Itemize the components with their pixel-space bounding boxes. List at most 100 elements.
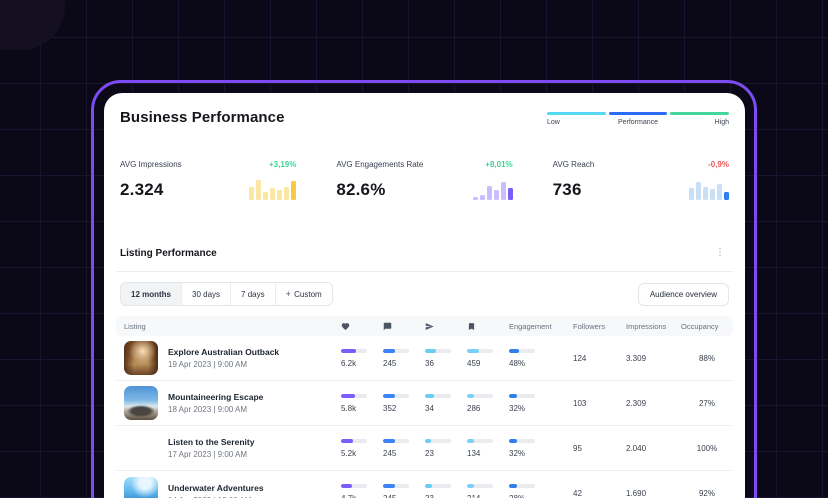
sparkline-bar <box>270 188 275 200</box>
metric-bar <box>467 439 493 443</box>
metric-bar <box>425 394 451 398</box>
column-header-engagement[interactable]: Engagement <box>509 322 573 331</box>
metric-cell: 6.2k <box>341 349 383 368</box>
sparkline-bar <box>689 188 694 200</box>
kpi-card: AVG Impressions+3,19%2.324 <box>120 160 296 200</box>
metric-bar <box>341 349 367 353</box>
metric-value: 6.2k <box>341 359 383 368</box>
kpi-value: 2.324 <box>120 180 164 200</box>
column-header-comments[interactable] <box>383 322 425 331</box>
sparkline-bar <box>249 187 254 200</box>
sparkline-bar <box>487 186 492 200</box>
column-header-shares[interactable] <box>425 322 467 331</box>
table-header: Listing EngagementFollowersImpressionsOcc… <box>116 316 733 336</box>
filter-30-days[interactable]: 30 days <box>182 283 231 305</box>
filter-row: 12 months30 days7 days+ Custom Audience … <box>116 282 733 306</box>
metric-value: 134 <box>467 449 509 458</box>
sparkline-bar <box>717 184 722 200</box>
metric-cell: 214 <box>467 484 509 498</box>
kpi-sparkline <box>689 177 729 200</box>
column-header-saves[interactable] <box>467 322 509 331</box>
kpi-card: AVG Engagements Rate+8,01%82.6% <box>336 160 512 200</box>
metric-value: 28% <box>509 494 573 498</box>
performance-legend: LowPerformanceHigh <box>547 112 729 126</box>
metric-cell: 459 <box>467 349 509 368</box>
column-header-listing[interactable]: Listing <box>116 322 341 331</box>
listing-title: Underwater Adventures <box>168 483 264 493</box>
metric-bar <box>383 439 409 443</box>
followers-value: 124 <box>573 354 626 363</box>
impressions-value: 3.309 <box>626 354 681 363</box>
kebab-menu-icon[interactable]: ⋮ <box>711 246 729 260</box>
metric-value: 32% <box>509 404 573 413</box>
listing-section-header: Listing Performance ⋮ <box>116 246 733 260</box>
metric-cell: 34 <box>425 394 467 413</box>
kpi-sparkline <box>473 177 513 200</box>
metric-cell: 36 <box>425 349 467 368</box>
sparkline-bar <box>480 195 485 200</box>
listing-section-title: Listing Performance <box>120 248 217 259</box>
occupancy-value: 27% <box>681 399 733 408</box>
metric-bar <box>383 349 409 353</box>
metric-value: 32% <box>509 449 573 458</box>
listing-cell: Listen to the Serenity17 Apr 2023 | 9:00… <box>116 431 341 465</box>
sparkline-bar <box>473 197 478 200</box>
legend-label: Low <box>547 119 606 126</box>
metric-bar <box>467 349 493 353</box>
metric-cell: 5.8k <box>341 394 383 413</box>
occupancy-value: 88% <box>681 354 733 363</box>
sparkline-bar <box>508 188 513 200</box>
legend-segment-high: High <box>670 112 729 126</box>
page-title: Business Performance <box>120 109 285 126</box>
kpi-card: AVG Reach-0,9%736 <box>553 160 729 200</box>
metric-cell: 4.7k <box>341 484 383 498</box>
background-corner-decoration <box>0 0 65 50</box>
listing-title: Listen to the Serenity <box>168 437 254 447</box>
listing-date: 18 Apr 2023 | 9:00 AM <box>168 405 263 414</box>
table-row[interactable]: Listen to the Serenity17 Apr 2023 | 9:00… <box>116 426 733 471</box>
filter-custom[interactable]: + Custom <box>276 283 332 305</box>
metric-bar <box>341 394 367 398</box>
listing-thumbnail <box>124 341 158 375</box>
metric-value: 36 <box>425 359 467 368</box>
kpi-row: AVG Impressions+3,19%2.324AVG Engagement… <box>116 160 733 200</box>
impressions-value: 2.309 <box>626 399 681 408</box>
metric-value: 4.7k <box>341 494 383 498</box>
metric-value: 34 <box>425 404 467 413</box>
column-header-impressions[interactable]: Impressions <box>626 322 681 331</box>
sparkline-bar <box>696 182 701 200</box>
metric-cell: 245 <box>383 349 425 368</box>
column-header-followers[interactable]: Followers <box>573 322 626 331</box>
filter-7-days[interactable]: 7 days <box>231 283 276 305</box>
metric-bar <box>467 484 493 488</box>
listing-thumbnail <box>124 431 158 465</box>
metric-cell: 245 <box>383 439 425 458</box>
metric-bar <box>509 484 535 488</box>
kpi-delta: +3,19% <box>269 160 296 169</box>
table-row[interactable]: Underwater Adventures14 Apr 2023 | 10:00… <box>116 471 733 498</box>
table-row[interactable]: Mountaineering Escape 18 Apr 2023 | 9:00 … <box>116 381 733 426</box>
table-row[interactable]: Explore Australian Outback19 Apr 2023 | … <box>116 336 733 381</box>
filter-12-months[interactable]: 12 months <box>121 283 182 305</box>
metric-value: 459 <box>467 359 509 368</box>
kpi-value: 82.6% <box>336 180 385 200</box>
legend-segment-performance: Performance <box>609 112 668 126</box>
metric-bar <box>425 439 451 443</box>
date-range-tabs: 12 months30 days7 days+ Custom <box>120 282 333 306</box>
likes-icon <box>341 322 383 331</box>
metric-value: 48% <box>509 359 573 368</box>
sparkline-bar <box>277 190 282 200</box>
comments-icon <box>383 322 425 331</box>
audience-overview-button[interactable]: Audience overview <box>638 283 729 306</box>
column-header-occupancy[interactable]: Occupancy <box>681 322 733 331</box>
column-header-likes[interactable] <box>341 322 383 331</box>
metric-bar <box>425 484 451 488</box>
metric-value: 245 <box>383 494 425 498</box>
metric-bar <box>341 439 367 443</box>
legend-bar <box>670 112 729 115</box>
metric-cell: 245 <box>383 484 425 498</box>
metric-value: 23 <box>425 449 467 458</box>
followers-value: 103 <box>573 399 626 408</box>
card-header: Business Performance LowPerformanceHigh <box>116 109 733 126</box>
listing-title: Mountaineering Escape <box>168 392 263 402</box>
